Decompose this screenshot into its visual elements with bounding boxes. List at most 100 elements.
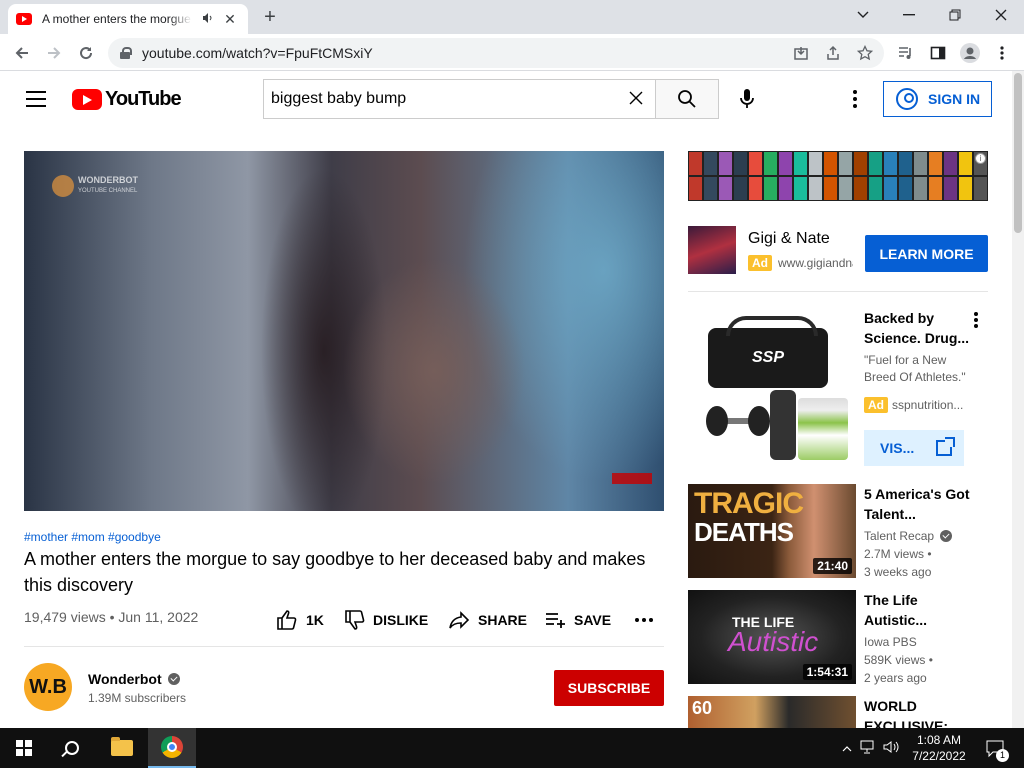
video-title[interactable]: The Life Autistic... [864, 590, 979, 630]
youtube-branding-icon[interactable] [612, 473, 652, 484]
youtube-logo[interactable]: YouTube [72, 88, 182, 111]
channel-name[interactable]: Talent Recap [864, 529, 953, 543]
network-icon[interactable] [856, 740, 880, 757]
browser-tab[interactable]: A mother enters the morgue to say goodby… [8, 4, 248, 34]
voice-search-button[interactable] [731, 83, 763, 115]
video-duration: 1:54:31 [802, 664, 852, 680]
youtube-favicon-icon [16, 13, 32, 25]
shaker-bottle-image [770, 390, 796, 460]
tab-search-icon[interactable] [840, 0, 886, 30]
save-button[interactable]: SAVE [544, 608, 611, 632]
ad-title[interactable]: Backed by Science. Drug... [864, 308, 974, 348]
divider [24, 646, 664, 647]
address-bar[interactable]: youtube.com/watch?v=FpuFtCMSxiY [108, 38, 884, 68]
poster-tile [899, 177, 912, 200]
poster-tile [734, 177, 747, 200]
search-input[interactable]: biggest baby bump [263, 79, 656, 119]
ad-info-icon[interactable]: i [975, 153, 986, 164]
poster-tile [944, 177, 957, 200]
share-icon[interactable] [822, 42, 844, 64]
page-scrollbar[interactable] [1012, 71, 1024, 728]
poster-tile [929, 152, 942, 175]
maximize-icon[interactable] [932, 0, 978, 30]
video-thumbnail[interactable]: 60 [688, 696, 856, 728]
upload-age: 3 weeks ago [864, 565, 932, 579]
share-button[interactable]: SHARE [448, 608, 527, 632]
subscribe-button[interactable]: SUBSCRIBE [554, 670, 664, 706]
new-tab-icon[interactable]: + [258, 5, 282, 29]
visit-site-button[interactable]: VIS... [864, 430, 964, 466]
start-button[interactable] [0, 728, 48, 768]
guide-menu-icon[interactable] [26, 91, 46, 107]
share-arrow-icon [449, 611, 470, 629]
ad-title[interactable]: Gigi & Nate [748, 230, 830, 248]
like-button[interactable]: 1K [276, 608, 324, 632]
upload-age: 2 years ago [864, 671, 927, 685]
ad-more-icon[interactable] [968, 312, 984, 328]
video-title[interactable]: 5 America's Got Talent... [864, 484, 979, 524]
more-actions-icon[interactable] [634, 608, 654, 632]
search-button[interactable] [655, 79, 719, 119]
poster-tile [854, 152, 867, 175]
lock-icon[interactable] [120, 47, 132, 59]
channel-watermark: WONDERBOT YOUTUBE CHANNEL [52, 175, 138, 197]
poster-tile [884, 177, 897, 200]
media-icon[interactable] [892, 39, 920, 67]
verified-icon [940, 530, 953, 542]
ad-product-image[interactable]: SSP [688, 308, 856, 476]
channel-name-text: Talent Recap [864, 529, 935, 543]
youtube-play-icon [72, 89, 102, 110]
reload-icon[interactable] [72, 39, 100, 67]
poster-tile [914, 177, 927, 200]
system-clock[interactable]: 1:08 AM 7/22/2022 [906, 732, 972, 764]
window-close-icon[interactable] [978, 0, 1024, 30]
channel-name[interactable]: Iowa PBS [864, 635, 917, 649]
ad-banner[interactable] [688, 151, 988, 201]
poster-tile [749, 152, 762, 175]
search-icon [678, 90, 696, 108]
poster-tile [734, 152, 747, 175]
scrollbar-thumb[interactable] [1014, 73, 1022, 233]
back-icon[interactable] [8, 39, 36, 67]
taskbar-search-button[interactable] [48, 728, 96, 768]
video-meta: 589K views • 2 years ago [864, 651, 933, 687]
file-explorer-button[interactable] [98, 728, 146, 768]
chrome-taskbar-button[interactable] [148, 728, 196, 768]
install-icon[interactable] [790, 42, 812, 64]
ad-thumbnail[interactable] [688, 226, 736, 274]
close-icon[interactable]: ✕ [222, 11, 238, 28]
video-title[interactable]: WORLD EXCLUSIVE: [864, 696, 979, 728]
star-icon[interactable] [854, 42, 876, 64]
menu-icon[interactable] [988, 39, 1016, 67]
poster-tile [824, 152, 837, 175]
windows-taskbar: 1:08 AM 7/22/2022 1 [0, 728, 1024, 768]
ad-domain: www.gigiandnate.com [778, 256, 853, 270]
search-query: biggest baby bump [271, 90, 407, 107]
thumbnail-text: TRAGIC DEATHS [694, 489, 804, 547]
channel-name[interactable]: Wonderbot [88, 671, 180, 687]
clear-search-icon[interactable] [616, 88, 656, 111]
dislike-button[interactable]: DISLIKE [344, 608, 428, 632]
clock-date: 7/22/2022 [912, 749, 966, 763]
video-player[interactable]: WONDERBOT YOUTUBE CHANNEL [24, 151, 664, 511]
chevron-up-icon[interactable] [838, 741, 856, 755]
sidepanel-icon[interactable] [924, 39, 952, 67]
speaker-icon[interactable] [200, 12, 216, 27]
channel-name-text: Wonderbot [88, 671, 162, 687]
sign-in-button[interactable]: SIGN IN [883, 81, 992, 117]
video-hashtags[interactable]: #mother #mom #goodbye [24, 530, 161, 544]
volume-icon[interactable] [880, 740, 902, 757]
poster-tile [854, 177, 867, 200]
settings-more-icon[interactable] [843, 87, 867, 111]
visit-label: VIS... [880, 440, 915, 456]
profile-icon[interactable] [956, 39, 984, 67]
video-thumbnail[interactable]: THE LIFE Autistic 1:54:31 [688, 590, 856, 684]
search-icon [65, 741, 79, 755]
minimize-icon[interactable] [886, 0, 932, 30]
channel-avatar[interactable]: W.B [24, 663, 72, 711]
video-title: A mother enters the morgue to say goodby… [24, 549, 646, 595]
video-thumbnail[interactable]: TRAGIC DEATHS 21:40 [688, 484, 856, 578]
learn-more-button[interactable]: LEARN MORE [865, 235, 988, 272]
notification-center-button[interactable]: 1 [978, 728, 1012, 768]
forward-icon[interactable] [40, 39, 68, 67]
